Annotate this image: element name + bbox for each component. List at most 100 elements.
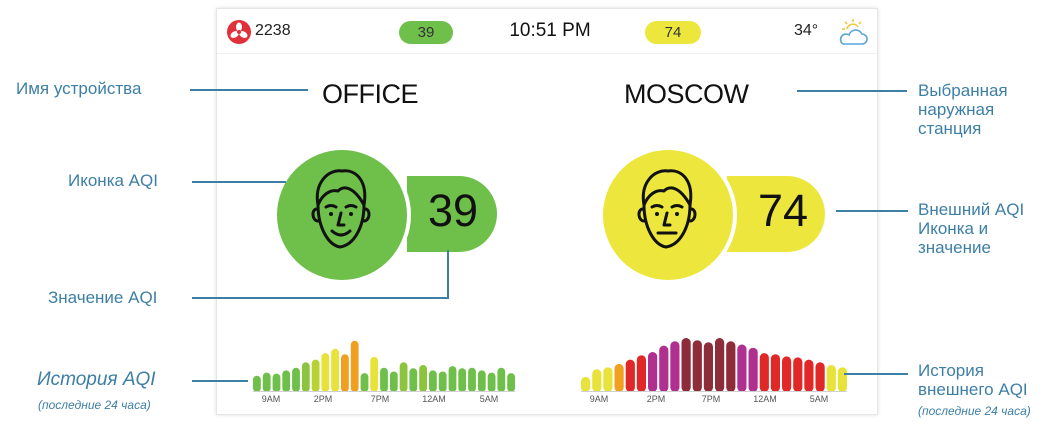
callout-line [192,297,448,299]
indoor-history-bar [419,365,427,392]
indoor-history-bar [360,373,369,392]
outdoor-history-bar [715,338,725,392]
indoor-history-time-label: 5AM [479,394,499,404]
indoor-history-bar [438,371,447,392]
outdoor-history-time-label: 7PM [701,394,721,404]
outdoor-history-bar [681,338,691,392]
outdoor-history-bar [603,367,613,392]
indoor-history-bar [272,373,281,392]
indoor-history-bar [389,371,398,392]
smiling-face-icon [311,169,371,249]
callout-line-text: Иконка и [918,219,989,238]
indoor-history-bar [370,356,379,392]
outdoor-history-bar [581,376,591,392]
callout-aqi-history-sub: (последние 24 часа) [38,398,151,412]
callout-line-text: значение [918,238,991,257]
outdoor-station-name[interactable]: MOSCOW [624,79,749,110]
callout-outdoor-history: История внешнего AQI [918,361,1028,399]
status-bar: 2238 39 10:51 PM 74 34° [217,9,877,53]
outdoor-history-bar [670,341,680,392]
outdoor-history-bar [793,357,803,392]
indoor-history-time-label: 12AM [422,394,446,404]
callout-aqi-history: История AQI [37,369,156,390]
outdoor-history-bar [748,347,758,392]
outdoor-history-bar [592,369,602,392]
outdoor-aqi-value: 74 [757,185,809,236]
indoor-history-time-label: 7PM [370,394,390,404]
indoor-history-bar [321,353,330,392]
outdoor-history-bar [659,345,669,392]
indoor-history-time-label: 2PM [313,394,333,404]
indoor-history-bar [468,367,476,392]
indoor-history-bar [399,362,408,392]
indoor-history-bar [350,340,359,392]
indoor-aqi-badge[interactable]: 39 [399,21,453,44]
outdoor-history-bar [770,354,780,392]
callout-device-name: Имя устройства [16,79,142,98]
status-divider [217,53,877,54]
fan-icon[interactable] [227,20,251,44]
outdoor-history-bar [614,363,624,392]
callout-line [844,373,908,375]
callout-line-text: Внешний AQI [918,200,1025,219]
outdoor-history-bar [692,340,702,392]
outdoor-history-bar [782,356,792,392]
indoor-history-bar [311,359,320,392]
callout-line [836,210,908,212]
callout-aqi-value: Значение AQI [48,288,158,307]
indoor-aqi-history-chart[interactable] [253,334,515,392]
outdoor-aqi-badge[interactable]: 74 [645,21,701,44]
indoor-history-bar [477,370,486,392]
indoor-history-bar [487,372,496,392]
outdoor-history-bar [726,341,736,392]
outdoor-history-time-label: 2PM [646,394,666,404]
callout-aqi-icon: Иконка AQI [68,171,158,190]
callout-line-text: История [918,361,984,380]
callout-outdoor-history-sub: (последние 24 часа) [918,404,1031,418]
indoor-history-bar [341,354,349,392]
indoor-aqi-value: 39 [427,185,479,236]
fan-count: 2238 [255,22,291,39]
outdoor-history-bar [837,367,847,392]
device-screen: 2238 39 10:51 PM 74 34° OFFICE MOSCOW 39… [216,8,878,415]
outdoor-history-time-label: 9AM [589,394,609,404]
outdoor-history-time-label: 5AM [809,394,829,404]
indoor-history-bar [301,362,310,392]
clock: 10:51 PM [509,20,591,41]
indoor-history-bar [292,367,300,392]
callout-line [797,90,907,92]
partly-cloudy-icon [839,19,868,45]
callout-line [192,181,286,183]
callout-outdoor-aqi: Внешний AQI Иконка и значение [918,200,1024,257]
outdoor-history-bar [648,352,658,392]
indoor-history-bar [497,367,506,392]
callout-line-text: Выбранная [918,81,1008,100]
indoor-history-bar [458,368,467,392]
callout-line [192,380,248,382]
indoor-history-bar [429,370,437,392]
indoor-history-bar [331,348,339,392]
indoor-history-time-label: 9AM [261,394,281,404]
indoor-history-bar [253,375,261,392]
indoor-history-bar [282,370,291,392]
temperature: 34° [794,22,819,39]
outdoor-history-bar [804,359,814,392]
callout-outdoor-station: Выбранная наружная станция [918,81,1008,138]
indoor-history-bar [262,372,271,392]
callout-line [190,89,308,91]
outdoor-history-bar [815,362,825,392]
indoor-history-bar [507,373,515,392]
outdoor-history-time-label: 12AM [753,394,777,404]
outdoor-history-bar [703,342,713,392]
outdoor-aqi-history-chart[interactable] [581,334,847,392]
device-name[interactable]: OFFICE [322,79,419,110]
indoor-history-bar [448,366,457,392]
outdoor-history-bar [636,355,646,392]
callout-line-text: наружная [918,100,995,119]
callout-line [447,250,449,299]
indoor-history-bar [380,367,388,392]
indoor-history-bar [409,368,418,392]
callout-line-text: внешнего AQI [918,380,1028,399]
outdoor-history-bar [759,353,769,392]
neutral-face-icon [637,169,697,249]
